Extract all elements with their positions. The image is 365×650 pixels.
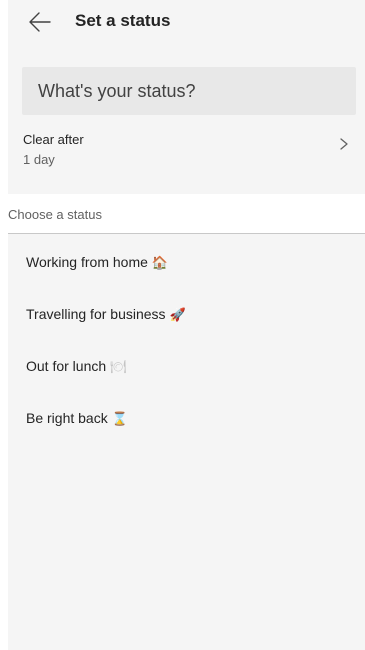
status-option-working-from-home[interactable]: Working from home 🏠 [8, 241, 365, 285]
status-option-text: Travelling for business 🚀 [26, 306, 186, 323]
status-option-out-for-lunch[interactable]: Out for lunch 🍽 [8, 345, 365, 389]
status-option-text: Be right back ⌛ [26, 410, 128, 427]
status-option-label: Travelling for business [26, 306, 166, 322]
status-input[interactable] [22, 67, 356, 115]
section-label: Choose a status [8, 207, 102, 222]
status-option-label: Be right back [26, 410, 108, 426]
clear-after-label: Clear after [23, 132, 84, 147]
back-button[interactable] [28, 10, 52, 34]
status-option-text: Out for lunch 🍽 [26, 358, 127, 375]
chevron-right-icon [340, 138, 348, 150]
status-option-be-right-back[interactable]: Be right back ⌛ [8, 397, 365, 441]
plate-icon: 🍽 [110, 359, 127, 374]
clear-after-value: 1 day [23, 152, 55, 167]
rocket-icon: 🚀 [169, 307, 186, 322]
header: Set a status [8, 0, 365, 48]
set-status-screen: Set a status Clear after 1 day Choose a … [8, 0, 365, 650]
clear-after-row[interactable]: Clear after 1 day [8, 124, 365, 176]
status-option-text: Working from home 🏠 [26, 254, 168, 271]
status-option-label: Working from home [26, 254, 148, 270]
status-option-travelling-for-business[interactable]: Travelling for business 🚀 [8, 293, 365, 337]
hourglass-icon: ⌛ [111, 411, 128, 426]
back-arrow-icon [29, 12, 51, 32]
status-option-label: Out for lunch [26, 358, 107, 374]
page-title: Set a status [75, 11, 171, 30]
house-icon: 🏠 [151, 255, 169, 270]
choose-status-section-header: Choose a status [8, 194, 365, 234]
